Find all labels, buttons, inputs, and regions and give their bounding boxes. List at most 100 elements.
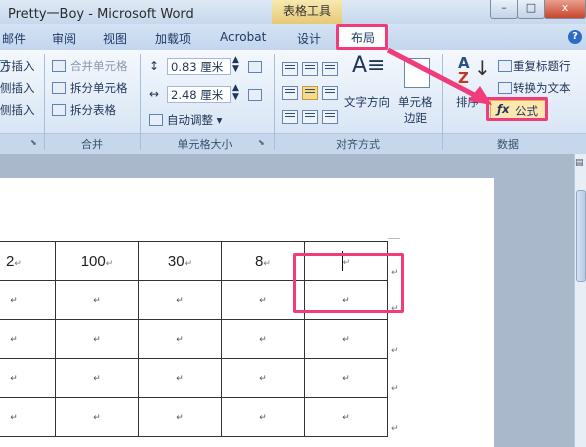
table-row: ↵ ↵ ↵ ↵ ↵ xyxy=(0,319,388,359)
alignment-group-label: 对齐方式 xyxy=(336,138,380,151)
table-cell[interactable]: ↵ xyxy=(304,397,388,437)
cell-margins-label-1[interactable]: 单元格 xyxy=(398,94,433,110)
column-width-stepper-icon[interactable]: ▲ ▼ xyxy=(232,84,239,102)
convert-to-text-icon xyxy=(498,82,512,94)
cell-margins-label-2[interactable]: 边距 xyxy=(404,110,427,126)
table-cell[interactable]: ↵ xyxy=(138,280,222,320)
table-cell[interactable]: ↵ xyxy=(304,358,388,398)
align-bottom-left-icon[interactable] xyxy=(282,110,298,124)
table-cell[interactable]: ↵ xyxy=(55,280,139,320)
tab-review[interactable]: 审阅 xyxy=(52,30,76,47)
insert-above-button[interactable]: 方插入 xyxy=(0,58,35,74)
table-cell[interactable]: ↵ xyxy=(55,358,139,398)
table-cell[interactable]: ↵ xyxy=(0,280,56,320)
row-height-stepper-icon[interactable]: ▲ ▼ xyxy=(232,56,239,74)
autofit-label: 自动调整 xyxy=(167,113,213,127)
repeat-header-icon xyxy=(498,60,512,72)
align-middle-center-icon[interactable] xyxy=(302,86,318,100)
table-row: ↵ ↵ ↵ ↵ ↵ xyxy=(0,358,388,398)
column-width-spinner[interactable]: 2.48 厘米 xyxy=(167,86,231,103)
cell-size-launcher-icon[interactable]: ⬊ xyxy=(258,138,265,147)
maximize-button[interactable]: □ xyxy=(517,0,545,19)
table-cell[interactable]: 30↵ xyxy=(138,241,222,281)
merge-cells-button[interactable]: 合并单元格 xyxy=(70,58,128,74)
align-middle-left-icon[interactable] xyxy=(282,86,298,100)
distribute-columns-icon[interactable] xyxy=(248,89,262,101)
align-top-right-icon[interactable] xyxy=(322,62,338,76)
text-direction-button[interactable]: 文字方向 xyxy=(344,94,390,110)
para-mark: ↵ xyxy=(14,257,22,268)
active-cell-highlight xyxy=(293,253,404,313)
cell-value: 30 xyxy=(167,252,185,270)
align-middle-right-icon[interactable] xyxy=(322,86,338,100)
autofit-icon xyxy=(149,114,163,126)
para-mark: ↵ xyxy=(184,257,193,268)
insert-left-button[interactable]: 侧插入 xyxy=(0,80,35,96)
distribute-rows-icon[interactable] xyxy=(248,61,262,73)
table-cell[interactable]: 2↵ xyxy=(0,241,56,281)
ribbon-tab-bar xyxy=(0,24,586,51)
align-top-center-icon[interactable] xyxy=(302,62,318,76)
autofit-button[interactable]: 自动调整 ▾ xyxy=(167,112,222,128)
minimize-button[interactable]: – xyxy=(490,0,518,19)
table-tools-label: 表格工具 xyxy=(272,0,342,24)
column-width-icon: ↔ xyxy=(149,87,160,101)
table-cell[interactable]: ↵ xyxy=(304,319,388,359)
repeat-header-button[interactable]: 重复标题行 xyxy=(513,58,571,74)
row-end-mark: ↵ xyxy=(391,346,399,356)
split-cells-button[interactable]: 拆分单元格 xyxy=(70,80,128,96)
convert-to-text-button[interactable]: 转换为文本 xyxy=(513,80,571,96)
tab-mailings[interactable]: 邮件 xyxy=(2,30,26,47)
cell-value: 100 xyxy=(80,252,106,270)
tab-addins[interactable]: 加载项 xyxy=(155,30,191,47)
layout-tab-highlight xyxy=(336,24,388,50)
tab-design[interactable]: 设计 xyxy=(297,30,321,47)
sort-button[interactable]: 排序 xyxy=(456,94,479,110)
text-direction-icon: A≡ xyxy=(352,53,386,78)
table-cell[interactable]: ↵ xyxy=(138,358,222,398)
cell-margins-icon xyxy=(404,58,430,88)
para-mark: ↵ xyxy=(105,257,114,268)
tab-view[interactable]: 视图 xyxy=(103,30,127,47)
column-width-value: 2.48 厘米 xyxy=(171,88,224,102)
table-cell[interactable]: 100↵ xyxy=(55,241,139,281)
table-cell[interactable]: ↵ xyxy=(138,397,222,437)
insert-right-button[interactable]: 侧插入 xyxy=(0,102,35,118)
row-end-mark: ↵ xyxy=(391,384,399,394)
cell-size-group-label: 单元格大小 xyxy=(177,138,233,151)
table-cell[interactable]: ↵ xyxy=(55,319,139,359)
window-title: Pretty一Boy - Microsoft Word xyxy=(8,7,194,22)
align-bottom-right-icon[interactable] xyxy=(322,110,338,124)
row-height-spinner[interactable]: 0.83 厘米 xyxy=(167,58,231,75)
sort-icon: AZ xyxy=(458,54,470,87)
table-cell[interactable]: ↵ xyxy=(0,397,56,437)
row-end-mark: ↵ xyxy=(391,424,399,434)
align-bottom-center-icon[interactable] xyxy=(302,110,318,124)
row-height-value: 0.83 厘米 xyxy=(171,60,224,74)
row-height-icon: ↕ xyxy=(149,59,160,73)
para-mark: ↵ xyxy=(263,257,271,268)
table-cell[interactable]: ↵ xyxy=(221,397,305,437)
table-corner-mark xyxy=(388,238,400,239)
split-table-button[interactable]: 拆分表格 xyxy=(70,102,116,118)
align-top-left-icon[interactable] xyxy=(282,62,298,76)
table-cell[interactable]: ↵ xyxy=(138,319,222,359)
data-group-label: 数据 xyxy=(497,138,519,151)
help-icon[interactable]: ? xyxy=(568,30,582,44)
sort-arrow-icon: ↓ xyxy=(474,56,491,80)
split-cells-icon xyxy=(52,82,66,94)
ruler-toggle-icon[interactable]: ▤ xyxy=(575,158,584,168)
close-button[interactable]: x xyxy=(544,0,586,19)
table-row: ↵ ↵ ↵ ↵ ↵ xyxy=(0,397,388,437)
split-table-icon xyxy=(52,104,66,116)
merge-cells-icon xyxy=(52,60,66,72)
table-cell[interactable]: ↵ xyxy=(221,358,305,398)
merge-group-label: 合并 xyxy=(81,138,103,151)
table-cell[interactable]: ↵ xyxy=(55,397,139,437)
table-cell[interactable]: ↵ xyxy=(0,319,56,359)
scrollbar-thumb[interactable] xyxy=(576,190,586,282)
table-cell[interactable]: ↵ xyxy=(0,358,56,398)
table-cell[interactable]: ↵ xyxy=(221,319,305,359)
rows-cols-launcher-icon[interactable]: ⬊ xyxy=(30,138,37,147)
tab-acrobat[interactable]: Acrobat xyxy=(220,30,266,44)
